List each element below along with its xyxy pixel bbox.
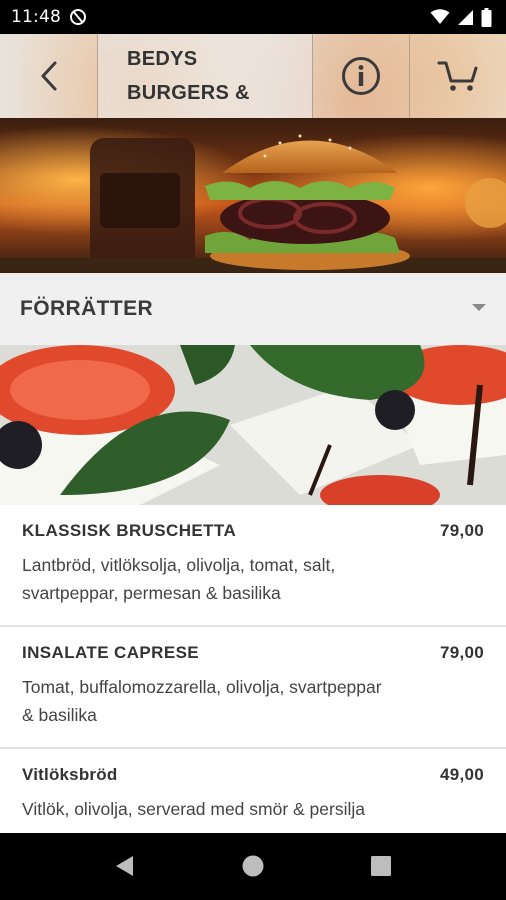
- battery-icon: [481, 7, 492, 27]
- menu-item-description: Lantbröd, vitlöksolja, olivolja, tomat, …: [22, 555, 336, 603]
- hero-burger-image: [0, 118, 506, 273]
- menu-item-description: Vitlök, olivolja, serverad med smör & pe…: [22, 799, 366, 819]
- status-icons: [430, 7, 492, 27]
- info-icon: [342, 57, 380, 95]
- back-arrow-icon: [41, 61, 57, 91]
- nav-back-button[interactable]: [113, 854, 137, 883]
- back-triangle-icon: [116, 856, 133, 876]
- home-circle-icon: [242, 855, 264, 877]
- notification-icon: [70, 9, 86, 25]
- system-navigation-bar: [0, 833, 506, 900]
- nav-recents-button[interactable]: [369, 854, 393, 883]
- chevron-down-icon[interactable]: [472, 304, 486, 311]
- menu-item-description: Tomat, buffalomozzarella, olivolja, svar…: [22, 677, 382, 725]
- wifi-icon: [430, 9, 450, 24]
- nav-home-button[interactable]: [241, 854, 265, 883]
- menu-item-name: INSALATE CAPRESE: [22, 643, 200, 662]
- caprese-illustration: [0, 345, 506, 505]
- burger-illustration: [0, 118, 506, 273]
- category-header-forratter[interactable]: FÖRRÄTTER: [0, 273, 506, 345]
- category-caprese-image: [0, 345, 506, 505]
- recents-square-icon: [371, 856, 391, 876]
- menu-item[interactable]: KLASSISK BRUSCHETTA 79,00 Lantbröd, vitl…: [0, 505, 506, 627]
- restaurant-title-cell: BEDYS BURGERS &: [98, 34, 312, 118]
- menu-item[interactable]: Vitlöksbröd 49,00 Vitlök, olivolja, serv…: [0, 749, 506, 841]
- back-button[interactable]: [0, 34, 98, 118]
- info-button[interactable]: [313, 34, 409, 118]
- status-time: 11:48: [11, 7, 61, 27]
- cart-icon: [437, 61, 478, 91]
- category-title: FÖRRÄTTER: [20, 297, 154, 320]
- app-header: BEDYS BURGERS &: [0, 34, 506, 118]
- menu-item-price: 49,00: [439, 765, 484, 784]
- menu-item-name: KLASSISK BRUSCHETTA: [22, 521, 237, 540]
- menu-item-list: KLASSISK BRUSCHETTA 79,00 Lantbröd, vitl…: [0, 505, 506, 841]
- menu-item-price: 79,00: [439, 521, 484, 540]
- restaurant-title: BEDYS BURGERS &: [127, 48, 250, 104]
- menu-item[interactable]: INSALATE CAPRESE 79,00 Tomat, buffalomoz…: [0, 627, 506, 749]
- cart-button[interactable]: [410, 34, 506, 118]
- menu-item-name: Vitlöksbröd: [22, 765, 118, 784]
- signal-icon: [458, 9, 473, 25]
- status-bar: 11:48: [0, 0, 506, 34]
- menu-item-price: 79,00: [439, 643, 484, 662]
